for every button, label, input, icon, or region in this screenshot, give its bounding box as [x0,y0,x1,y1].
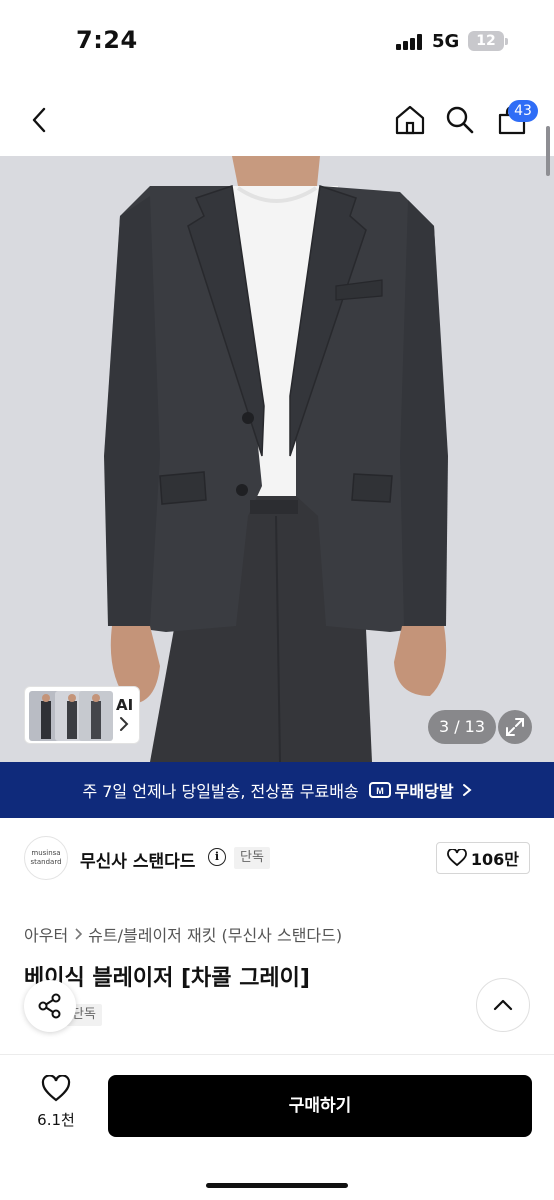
search-icon [446,106,474,134]
chevron-right-icon [462,784,472,796]
home-indicator [206,1183,348,1188]
brand-like-count: 106만 [470,850,519,869]
exclusive-tag: 단독 [234,847,270,869]
brand-row: musinsa standard 무신사 스탠다드 i 단독 106만 [24,836,530,880]
scroll-top-button[interactable] [476,978,530,1032]
buy-button[interactable]: 구매하기 [108,1075,532,1137]
home-button[interactable] [390,100,430,140]
expand-button[interactable] [498,710,532,744]
bottom-action-bar: 6.1천 구매하기 [0,1054,554,1200]
heart-icon [41,1074,71,1102]
signal-icon [396,34,424,50]
svg-text:M: M [376,786,384,796]
network-label: 5G [432,31,460,52]
nav-bar [0,84,554,156]
chevron-right-icon [120,717,129,731]
expand-icon [506,718,524,736]
breadcrumb: 아우터 슈트/블레이저 재킷 (무신사 스탠다드) [24,922,342,946]
chevron-up-icon [493,999,513,1011]
battery-cap [505,38,508,45]
brand-name[interactable]: 무신사 스탠다드 [80,847,195,872]
breadcrumb-item[interactable]: 슈트/블레이저 재킷 (무신사 스탠다드) [88,922,342,946]
image-counter: 3 / 13 [428,710,496,744]
brand-logo[interactable]: musinsa standard [24,836,68,880]
breadcrumb-item[interactable]: 아우터 [24,922,68,946]
heart-icon [446,849,467,867]
back-icon [32,107,46,133]
product-image[interactable] [0,156,554,762]
brand-logo-line1: musinsa [31,849,61,857]
scrollbar[interactable] [546,126,550,176]
back-button[interactable] [20,100,60,140]
ai-label[interactable]: AI [116,696,133,714]
ai-lookbook-card[interactable] [24,686,140,744]
cart-count-badge: 43 [508,100,538,122]
shipping-badge: 무배당발 [394,782,454,801]
delivery-truck-icon: M [368,782,391,798]
product-photo [0,156,554,762]
share-icon [38,993,61,1019]
search-button[interactable] [440,100,480,140]
share-button[interactable] [24,980,76,1032]
product-like-count: 6.1천 [37,1111,75,1129]
shipping-text: 주 7일 언제나 당일발송, 전상품 무료배송 [82,782,359,801]
status-time: 7:24 [76,26,138,54]
ai-thumb-3 [79,691,113,741]
brand-like-button[interactable]: 106만 [435,842,530,874]
info-icon[interactable]: i [208,848,226,866]
battery-level: 12 [476,33,496,49]
shipping-banner[interactable]: 주 7일 언제나 당일발송, 전상품 무료배송 M 무배당발 [0,762,554,818]
brand-logo-line2: standard [30,858,62,866]
home-icon [395,105,425,135]
product-like-button[interactable]: 6.1천 [26,1074,86,1130]
battery-icon: 12 [468,31,504,51]
chevron-right-icon [75,928,83,940]
status-bar: 7:24 5G 12 [0,0,554,84]
